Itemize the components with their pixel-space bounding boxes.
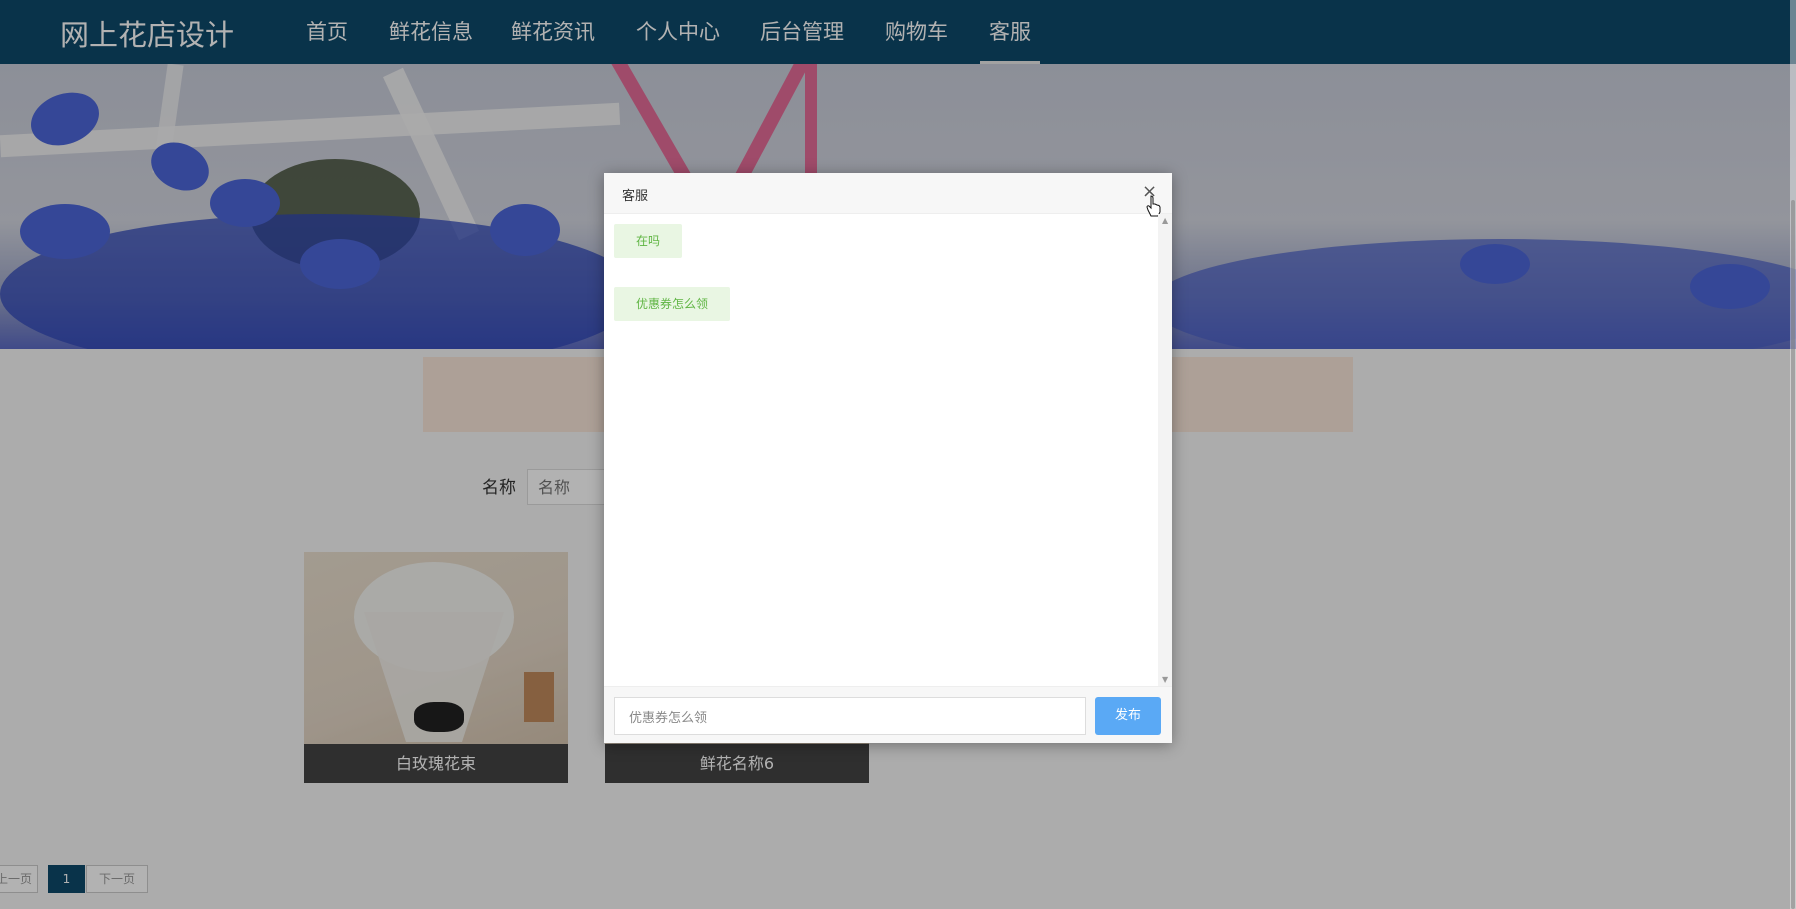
page-scrollbar-thumb[interactable] <box>1791 200 1795 909</box>
scroll-down-arrow-icon[interactable]: ▼ <box>1162 675 1168 684</box>
message-list[interactable]: 在吗 优惠券怎么领 ▲ ▼ <box>604 214 1172 686</box>
send-button[interactable]: 发布 <box>1095 697 1161 735</box>
dialog-title: 客服 <box>622 189 649 204</box>
message-bubble: 在吗 <box>614 224 683 258</box>
message-bubble: 优惠券怎么领 <box>614 287 731 321</box>
dialog-header: 客服 × <box>604 173 1172 217</box>
compose-bar: 发布 <box>604 686 1172 743</box>
scroll-up-arrow-icon[interactable]: ▲ <box>1162 216 1168 225</box>
message-list-scrollbar[interactable]: ▲ ▼ <box>1158 214 1172 686</box>
message-input[interactable] <box>614 697 1086 735</box>
customer-service-dialog: 客服 × 在吗 优惠券怎么领 ▲ ▼ 发布 <box>604 173 1172 743</box>
